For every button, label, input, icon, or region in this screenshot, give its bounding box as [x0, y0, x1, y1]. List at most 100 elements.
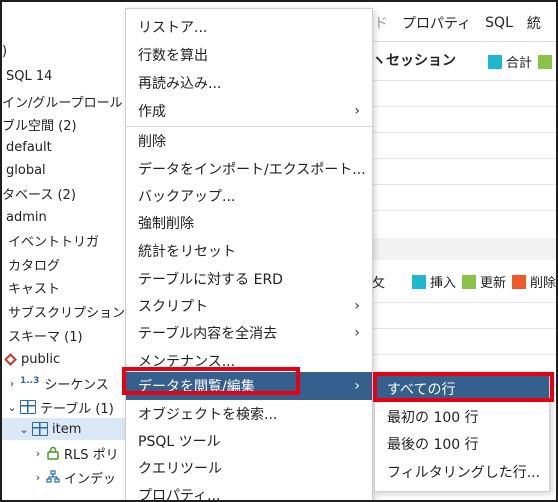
submenu-item-label: フィルタリングした行... — [387, 464, 541, 481]
menu-item-scripts[interactable]: スクリプト › — [126, 292, 372, 319]
tree-item-indexes[interactable]: › インデッ — [2, 466, 128, 488]
tree-item-label: イン/グループロール — [2, 95, 123, 111]
submenu-item-label: すべての行 — [387, 381, 456, 398]
menu-item-label: データを閲覧/編集 — [138, 379, 255, 395]
menu-item-view-edit-data[interactable]: データを閲覧/編集 › — [126, 372, 372, 400]
view-data-submenu: すべての行 最初の 100 行 最後の 100 行 フィルタリングした行... — [374, 372, 550, 492]
tree-item-tablespace-global[interactable]: global — [2, 159, 128, 181]
menu-item-query-tool[interactable]: クエリツール — [126, 454, 372, 481]
sequence-icon: 1..3 — [20, 376, 40, 386]
legend-next-swatch — [538, 54, 553, 69]
menu-item-psql-tool[interactable]: PSQL ツール — [126, 427, 372, 454]
legend-insert-swatch — [412, 274, 426, 289]
table-icon — [32, 422, 48, 436]
menu-item-label: 作成 — [138, 103, 166, 120]
tuples-legend: 挿入 更新 削除 — [406, 272, 556, 291]
chevron-right-icon[interactable]: › — [6, 377, 18, 390]
tab-dashboard[interactable]: ド — [374, 13, 388, 33]
tree-item-schema-public[interactable]: public — [2, 348, 128, 370]
tab-statistics[interactable]: 統 — [527, 13, 541, 33]
sessions-legend: 合計 — [482, 52, 556, 71]
legend-total-swatch — [488, 54, 502, 69]
chart-gridline — [372, 210, 556, 211]
submenu-item-first-100-rows[interactable]: 最初の 100 行 — [375, 403, 549, 430]
tree-item-server[interactable]: SQL 14 — [2, 65, 128, 87]
menu-item-properties[interactable]: プロパティ... — [126, 481, 372, 502]
menu-item-label: テーブル内容を全消去 — [138, 325, 278, 342]
menu-item-label: プロパティ... — [138, 487, 221, 502]
chevron-down-icon[interactable]: ⌄ — [18, 423, 30, 436]
tree-item-label: ) — [2, 43, 8, 59]
legend-update-swatch — [462, 274, 477, 289]
tree-item-table-item[interactable]: ⌄ item — [2, 418, 128, 440]
tree-item-subscriptions[interactable]: サブスクリプション — [2, 300, 128, 322]
tab-properties[interactable]: プロパティ — [402, 13, 471, 33]
tree-item-databases[interactable]: タベース (2) — [2, 182, 128, 204]
menu-item-label: オブジェクトを検索... — [138, 406, 278, 423]
chevron-down-icon[interactable]: ⌄ — [6, 401, 18, 414]
tree-item-tablespaces[interactable]: ブル空間 (2) — [2, 113, 128, 135]
tree-item-label: スキーマ (1) — [8, 329, 83, 345]
tree-item-root[interactable]: ) — [2, 40, 128, 62]
chart-gridline — [372, 158, 556, 159]
menu-item-erd[interactable]: テーブルに対する ERD — [126, 265, 372, 292]
chart-gridline — [372, 106, 556, 107]
tab-sql[interactable]: SQL — [485, 15, 513, 31]
legend-delete-label: 削除 — [530, 276, 557, 291]
menu-item-label: 強制削除 — [138, 215, 194, 232]
tree-item-catalogs[interactable]: カタログ — [2, 253, 128, 275]
tree-item-label: サブスクリプション — [8, 305, 126, 321]
tree-item-label: ブル空間 (2) — [2, 118, 77, 134]
menu-item-search-objects[interactable]: オブジェクトを検索... — [126, 400, 372, 427]
tree-item-login-roles[interactable]: イン/グループロール — [2, 90, 128, 112]
tree-item-label: public — [21, 351, 61, 367]
menu-item-label: 統計をリセット — [138, 243, 236, 260]
tree-item-rls-policies[interactable]: › RLS ポリ — [2, 442, 128, 464]
tree-item-event-triggers[interactable]: イベントトリガ — [2, 229, 128, 251]
tree-item-label: シーケンス — [44, 377, 109, 393]
context-menu: リストア... 行数を算出 再読み込み... 作成 › 削除 データをインポート/… — [125, 8, 373, 502]
chart-gridline — [372, 80, 556, 81]
menu-item-create[interactable]: 作成 › — [126, 97, 372, 124]
submenu-item-filtered-rows[interactable]: フィルタリングした行... — [375, 458, 549, 485]
schema-icon — [4, 352, 17, 366]
legend-total-label: 合計 — [506, 56, 533, 71]
tree-item-label: SQL 14 — [6, 68, 53, 84]
tree-item-schemas[interactable]: スキーマ (1) — [2, 324, 128, 346]
menu-item-import-export[interactable]: データをインポート/エクスポート... — [126, 155, 372, 182]
menu-item-label: PSQL ツール — [138, 433, 221, 450]
menu-item-reset-statistics[interactable]: 統計をリセット — [126, 237, 372, 264]
tree-item-sequences[interactable]: › 1..3 シーケンス — [2, 372, 128, 394]
tree-item-label: タベース (2) — [2, 187, 76, 203]
index-icon — [46, 470, 60, 484]
menu-item-label: 再読み込み... — [138, 75, 222, 92]
menu-item-restore[interactable]: リストア... — [126, 13, 372, 40]
chart-gridline — [372, 302, 556, 303]
chevron-right-icon[interactable]: › — [32, 471, 44, 484]
menu-item-maintenance[interactable]: メンテナンス... — [126, 347, 372, 374]
tree-item-tables[interactable]: ⌄ テーブル (1) — [2, 396, 128, 418]
chevron-right-icon: › — [354, 102, 360, 119]
tree-item-database-admin[interactable]: admin — [2, 206, 128, 228]
lock-icon — [46, 446, 60, 460]
object-tree: ) SQL 14 イン/グループロール ブル空間 (2) default glo… — [2, 32, 128, 500]
submenu-item-label: 最初の 100 行 — [387, 409, 479, 426]
menu-item-truncate[interactable]: テーブル内容を全消去 › — [126, 319, 372, 346]
menu-item-delete[interactable]: 削除 — [126, 127, 372, 154]
menu-item-label: クエリツール — [138, 460, 222, 477]
sessions-title: ヽセッション — [372, 53, 456, 69]
chevron-right-icon[interactable]: › — [32, 447, 44, 460]
menu-item-backup[interactable]: バックアップ... — [126, 182, 372, 209]
menu-item-label: テーブルに対する ERD — [138, 271, 283, 288]
menu-item-label: 削除 — [138, 133, 166, 150]
menu-item-refresh[interactable]: 再読み込み... — [126, 69, 372, 96]
tree-item-casts[interactable]: キャスト — [2, 276, 128, 298]
menu-item-count-rows[interactable]: 行数を算出 — [126, 41, 372, 68]
menu-item-force-delete[interactable]: 強制削除 — [126, 209, 372, 236]
chevron-right-icon: › — [354, 297, 360, 314]
submenu-item-last-100-rows[interactable]: 最後の 100 行 — [375, 430, 549, 457]
submenu-item-all-rows[interactable]: すべての行 — [375, 375, 549, 402]
chart-gridline — [372, 354, 556, 355]
tree-item-tablespace-default[interactable]: default — [2, 136, 128, 158]
chart-gridline — [372, 132, 556, 133]
